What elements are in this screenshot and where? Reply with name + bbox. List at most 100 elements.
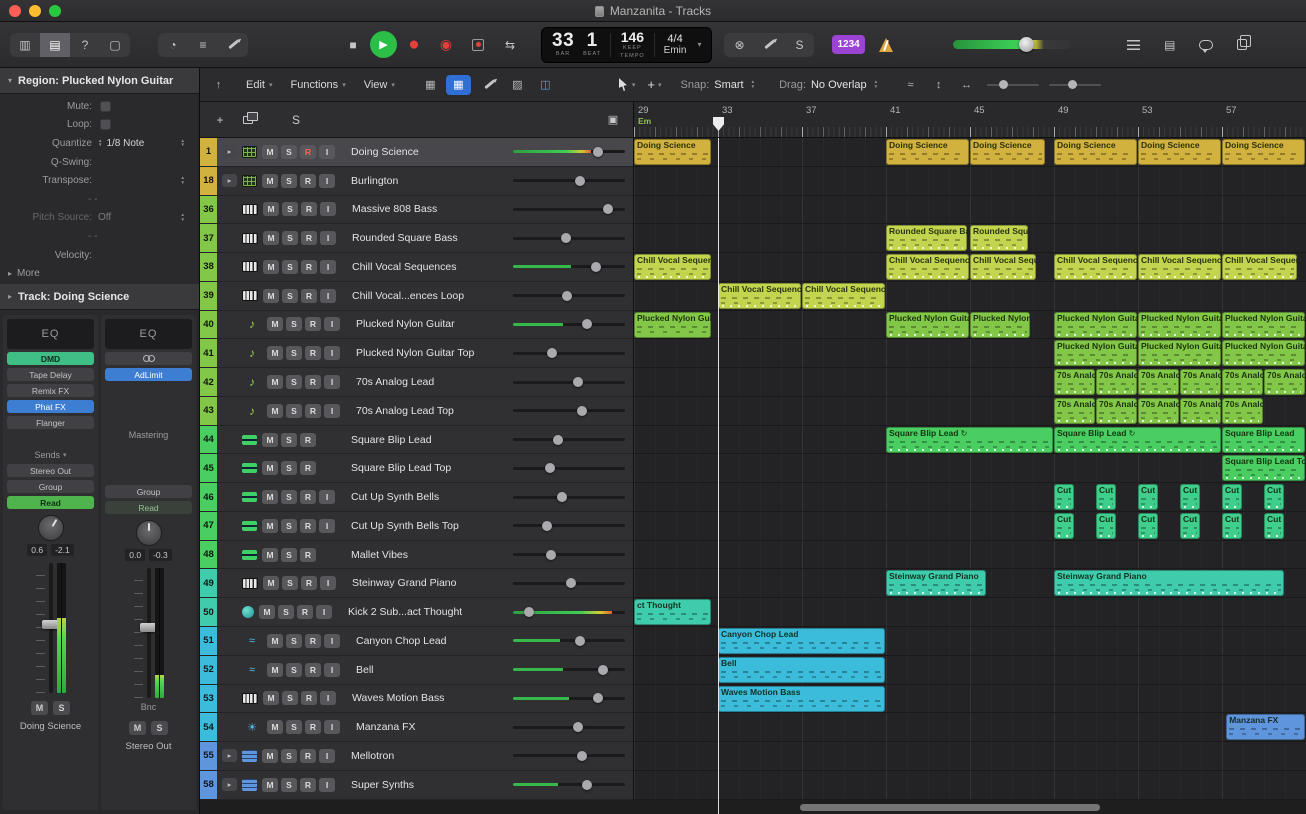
- solo-button[interactable]: S: [282, 260, 298, 274]
- edit-menu[interactable]: Edit▾: [237, 76, 281, 94]
- parameter-checkbox[interactable]: [100, 101, 111, 112]
- horizontal-scrollbar[interactable]: [800, 804, 1100, 811]
- midi-region[interactable]: 70s Analog Lead: [1180, 369, 1221, 395]
- disclosure-triangle[interactable]: ▸: [222, 778, 237, 791]
- playhead-handle[interactable]: [713, 117, 724, 131]
- midi-region[interactable]: Chill Vocal Sequences: [886, 254, 969, 280]
- sends-label[interactable]: Sends▾: [7, 449, 94, 461]
- midi-region[interactable]: Cut Up Synth Bells Top: [1264, 513, 1284, 539]
- midi-region[interactable]: Bell: [718, 657, 885, 683]
- mixer-button[interactable]: ≡: [188, 33, 218, 57]
- mute-button[interactable]: M: [263, 231, 279, 245]
- track-lane[interactable]: Canyon Chop Lead: [634, 627, 1306, 656]
- input-monitor-button[interactable]: I: [319, 490, 335, 504]
- functions-menu[interactable]: Functions▾: [281, 76, 354, 94]
- solo-button[interactable]: S: [281, 490, 297, 504]
- input-monitor-button[interactable]: I: [319, 519, 335, 533]
- track-header[interactable]: 44MSRSquare Blip Lead: [200, 426, 634, 455]
- midi-region[interactable]: Doing Science: [634, 139, 711, 165]
- input-monitor-button[interactable]: I: [319, 174, 335, 188]
- notes-button[interactable]: [1193, 33, 1219, 57]
- input-monitor-button[interactable]: I: [324, 404, 340, 418]
- volume-knob[interactable]: [575, 176, 585, 186]
- solo-button[interactable]: S: [281, 174, 297, 188]
- midi-region[interactable]: Cut Up Synth Bells Top: [1180, 513, 1200, 539]
- mute-button[interactable]: M: [267, 404, 283, 418]
- input-monitor-button[interactable]: I: [320, 691, 336, 705]
- track-lane[interactable]: 70s Analog Lead70s Analog Lead70s Analog…: [634, 368, 1306, 397]
- record-enable-button[interactable]: R: [301, 231, 317, 245]
- grid-view-button[interactable]: ▦: [418, 75, 443, 95]
- record-enable-button[interactable]: R: [305, 375, 321, 389]
- volume-knob[interactable]: [603, 204, 613, 214]
- adlimit-slot[interactable]: AdLimit: [105, 368, 192, 381]
- regions-view-button[interactable]: ▦: [446, 75, 471, 95]
- group-slot[interactable]: Group: [105, 485, 192, 498]
- volume-knob[interactable]: [542, 521, 552, 531]
- track-header[interactable]: 18▸MSRIBurlington: [200, 167, 634, 196]
- solo-button[interactable]: S: [282, 289, 298, 303]
- volume-knob[interactable]: [566, 578, 576, 588]
- record-enable-button[interactable]: R: [300, 519, 316, 533]
- mute-button[interactable]: M: [262, 174, 278, 188]
- midi-region[interactable]: Cut Up Synth Bells Top: [1222, 513, 1242, 539]
- mute-button[interactable]: M: [267, 317, 283, 331]
- track-lane[interactable]: [634, 167, 1306, 196]
- volume-knob[interactable]: [593, 147, 603, 157]
- record-enable-button[interactable]: R: [305, 634, 321, 648]
- track-zoom-button[interactable]: ▣: [603, 111, 623, 129]
- volume-knob[interactable]: [582, 780, 592, 790]
- midi-region[interactable]: Plucked Nylon Guitar Top: [1054, 340, 1137, 366]
- track-header[interactable]: 41♪MSRIPlucked Nylon Guitar Top: [200, 339, 634, 368]
- record-enable-button[interactable]: R: [300, 490, 316, 504]
- flanger-slot[interactable]: Flanger: [7, 416, 94, 429]
- solo-button[interactable]: S: [286, 375, 302, 389]
- solo-button[interactable]: S: [281, 548, 297, 562]
- waveform-zoom-button[interactable]: ≈: [898, 75, 923, 95]
- volume-knob[interactable]: [553, 435, 563, 445]
- stepper-control[interactable]: ▲▼: [181, 176, 185, 185]
- mute-button[interactable]: M: [262, 461, 278, 475]
- list-editors-button[interactable]: [1121, 33, 1147, 57]
- master-volume-knob[interactable]: [1019, 37, 1034, 52]
- volume-fader[interactable]: [7, 563, 94, 693]
- solo-button[interactable]: S: [286, 663, 302, 677]
- mute-button[interactable]: M: [262, 519, 278, 533]
- stereo-out-slot[interactable]: Stereo Out: [7, 464, 94, 477]
- mute-button[interactable]: M: [263, 289, 279, 303]
- midi-region[interactable]: 70s Analog Lead Top: [1222, 398, 1263, 424]
- midi-region[interactable]: Chill Vocal Sequences: [1138, 254, 1221, 280]
- duplicate-track-button[interactable]: [238, 111, 258, 129]
- record-enable-button[interactable]: R: [300, 145, 316, 159]
- eq-thumbnail[interactable]: EQ: [105, 319, 192, 349]
- input-monitor-button[interactable]: I: [324, 317, 340, 331]
- metronome-button[interactable]: [871, 33, 901, 57]
- tape-delay-slot[interactable]: Tape Delay: [7, 368, 94, 381]
- midi-region[interactable]: Chill Vocal Sequences: [970, 254, 1036, 280]
- phat-fx-slot[interactable]: Phat FX: [7, 400, 94, 413]
- midi-region[interactable]: Plucked Nylon Guitar: [1054, 312, 1137, 338]
- output-format-slot[interactable]: [105, 352, 192, 365]
- midi-region[interactable]: Square Blip Lead Top: [1222, 455, 1305, 481]
- volume-knob[interactable]: [557, 492, 567, 502]
- vertical-zoom-slider[interactable]: [987, 79, 1039, 91]
- track-lane[interactable]: Doing ScienceDoing ScienceDoing ScienceD…: [634, 138, 1306, 167]
- track-lane[interactable]: Steinway Grand PianoSteinway Grand Piano: [634, 569, 1306, 598]
- midi-region[interactable]: 70s Analog Lead Top: [1180, 398, 1221, 424]
- track-header[interactable]: 50MSRIKick 2 Sub...act Thought: [200, 598, 634, 627]
- solo-button[interactable]: S: [281, 778, 297, 792]
- input-monitor-button[interactable]: I: [320, 231, 336, 245]
- input-monitor-button[interactable]: I: [319, 749, 335, 763]
- add-track-button[interactable]: +: [210, 111, 230, 129]
- midi-region[interactable]: Plucked Nylon Guitar: [634, 312, 711, 338]
- track-volume-slider[interactable]: [513, 174, 625, 188]
- track-volume-slider[interactable]: [513, 519, 625, 533]
- midi-region[interactable]: Rounded Square Bass: [886, 225, 967, 251]
- lcd-display[interactable]: 33 BAR 1 BEAT 146 KEEP TEMPO 4/4 Emin ▾: [541, 27, 712, 63]
- record-enable-button[interactable]: R: [305, 404, 321, 418]
- track-volume-slider[interactable]: [513, 749, 625, 763]
- input-monitor-button[interactable]: I: [324, 720, 340, 734]
- midi-region[interactable]: Doing Science: [970, 139, 1045, 165]
- track-lane[interactable]: Rounded Square BassRounded Square Bass: [634, 224, 1306, 253]
- horizontal-zoom-button[interactable]: ↔: [954, 75, 979, 95]
